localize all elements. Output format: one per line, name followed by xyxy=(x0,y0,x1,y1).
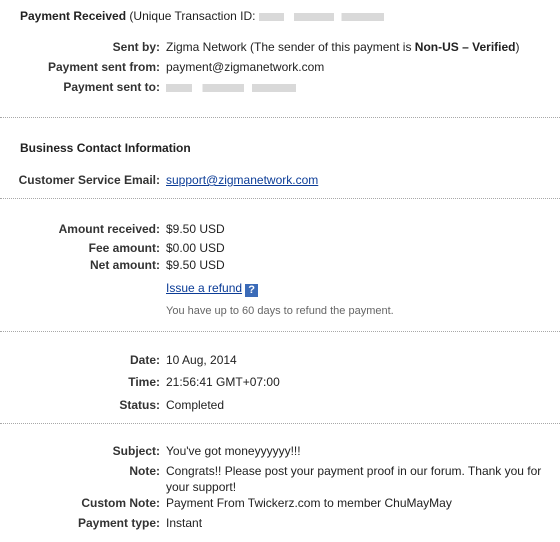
fee-amount-label: Fee amount: xyxy=(88,241,160,255)
payment-sent-from-row: Payment sent from: payment@zigmanetwork.… xyxy=(0,59,560,75)
note-value: Congrats!! Please post your payment proo… xyxy=(166,464,542,494)
payment-sent-to-value xyxy=(166,79,296,95)
payment-sent-to-row: Payment sent to: xyxy=(0,79,560,95)
status-value: Completed xyxy=(166,398,225,412)
payment-sent-from-label: Payment sent from: xyxy=(47,60,160,74)
note-label: Note: xyxy=(129,464,160,478)
customer-service-email-row: Customer Service Email: support@zigmanet… xyxy=(0,172,560,188)
date-label: Date: xyxy=(129,353,160,367)
time-row: Time: 21:56:41 GMT+07:00 xyxy=(0,374,560,390)
customer-service-email-value: support@zigmanetwork.com xyxy=(166,172,318,188)
amount-received-row: Amount received: $9.50 USD xyxy=(0,221,560,237)
date-row: Date: 10 Aug, 2014 xyxy=(0,352,560,368)
refund-period-note: You have up to 60 days to refund the pay… xyxy=(166,305,394,317)
sender-note: (The sender of this payment is xyxy=(250,40,412,54)
refund-row: Issue a refund? xyxy=(0,280,560,297)
divider xyxy=(0,331,560,332)
divider xyxy=(0,198,560,199)
payment-received-title: Payment Received xyxy=(20,9,127,23)
fee-amount-value: $0.00 USD xyxy=(166,241,225,255)
payment-type-label: Payment type: xyxy=(77,516,160,530)
payment-type-value: Instant xyxy=(166,516,203,530)
subject-row: Subject: You've got moneyyyyyy!!! xyxy=(0,443,560,459)
custom-note-label: Custom Note: xyxy=(81,496,160,510)
time-value: 21:56:41 GMT+07:00 xyxy=(166,375,280,389)
status-label: Status: xyxy=(119,398,160,412)
divider xyxy=(0,423,560,424)
note-row: Note: Congrats!! Please post your paymen… xyxy=(0,463,560,495)
subject-label: Subject: xyxy=(112,444,160,458)
net-amount-label: Net amount: xyxy=(90,258,160,272)
sender-status: Non-US – Verified xyxy=(414,40,516,54)
sent-by-value: Zigma Network (The sender of this paymen… xyxy=(166,39,519,55)
time-label: Time: xyxy=(128,375,160,389)
net-amount-value: $9.50 USD xyxy=(166,258,225,272)
redacted-recipient xyxy=(166,83,296,92)
payment-sent-to-label: Payment sent to: xyxy=(63,80,160,94)
sent-by-row: Sent by: Zigma Network (The sender of th… xyxy=(0,39,560,55)
page-header: Payment Received (Unique Transaction ID: xyxy=(0,8,560,24)
refund-note-row: You have up to 60 days to refund the pay… xyxy=(0,303,560,319)
redacted-transaction-id xyxy=(259,12,385,21)
custom-note-value: Payment From Twickerz.com to member ChuM… xyxy=(166,496,452,510)
help-icon[interactable]: ? xyxy=(245,284,259,297)
sender-note-close: ) xyxy=(515,40,520,54)
transaction-id-label: (Unique Transaction ID: xyxy=(129,9,256,23)
sender-name: Zigma Network xyxy=(166,40,247,54)
payment-type-row: Payment type: Instant xyxy=(0,515,560,531)
business-contact-heading: Business Contact Information xyxy=(20,141,191,155)
date-value: 10 Aug, 2014 xyxy=(166,353,237,367)
page-title: Payment Received (Unique Transaction ID: xyxy=(20,8,385,24)
divider xyxy=(0,117,560,118)
business-contact-heading-row: Business Contact Information xyxy=(0,140,560,156)
amount-received-value: $9.50 USD xyxy=(166,222,225,236)
status-row: Status: Completed xyxy=(0,397,560,413)
sent-by-label: Sent by: xyxy=(112,40,160,54)
issue-refund-link[interactable]: Issue a refund xyxy=(166,281,242,295)
custom-note-row: Custom Note: Payment From Twickerz.com t… xyxy=(0,495,560,511)
subject-value: You've got moneyyyyyy!!! xyxy=(166,444,301,458)
fee-amount-row: Fee amount: $0.00 USD xyxy=(0,240,560,256)
payment-sent-from-value: payment@zigmanetwork.com xyxy=(166,60,325,74)
net-amount-row: Net amount: $9.50 USD xyxy=(0,257,560,273)
amount-received-label: Amount received: xyxy=(58,222,160,236)
refund-controls: Issue a refund? xyxy=(166,280,259,297)
customer-service-email-label: Customer Service Email: xyxy=(18,173,160,187)
customer-service-email-link[interactable]: support@zigmanetwork.com xyxy=(166,173,318,187)
